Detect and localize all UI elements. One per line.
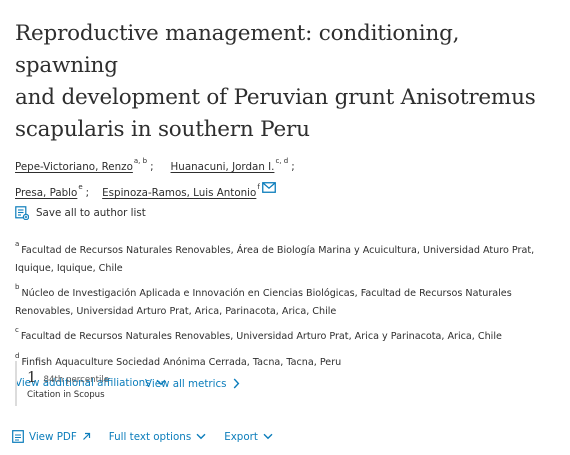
author-affil-sup: a, b [133,157,148,165]
full-text-label: Full text options [108,430,192,443]
view-all-metrics-button[interactable]: View all metrics [145,378,240,390]
view-pdf-label: View PDF [29,430,77,443]
citation-label: Citation in Scopus [27,389,105,400]
affil-sup: c [15,326,19,335]
view-metrics-label: View all metrics [145,377,227,390]
chevron-right-icon [233,378,240,389]
author-name-link[interactable]: Huanacuni, Jordan I. [171,161,275,173]
affil-sup: a [15,240,20,248]
export-label: Export [224,430,258,443]
affiliation-item: aFacultad de Recursos Naturales Renovabl… [15,238,550,278]
chevron-down-icon [196,433,206,440]
citation-metric: 1 84th percentile Citation in Scopus [27,368,109,400]
author-line: Presa, Pablo e ; Espinoza-Ramos, Luis Ant… [15,180,560,206]
metric-divider [15,361,17,406]
affiliation-item: bNúcleo de Investigación Aplicada e Inno… [15,281,550,321]
full-text-options-button[interactable]: Full text options [109,431,206,443]
author-affil-sup: c, d [275,157,289,165]
author-list: Pepe-Victoriano, Renzo a, b ; Huanacuni, … [15,154,560,222]
title-line: Reproductive management: conditioning, s… [15,21,460,78]
citation-count: 1 [27,367,37,386]
author-affil-sup: e [78,183,83,191]
author-line: Pepe-Victoriano, Renzo a, b ; Huanacuni, … [15,154,560,180]
save-label: Save all to author list [36,207,146,219]
author-separator: ; [85,187,90,199]
view-pdf-button[interactable]: View PDF [12,430,91,443]
affil-sup: d [15,351,20,360]
envelope-icon[interactable] [261,182,276,196]
author-separator: ; [150,161,154,173]
affil-sup: b [15,283,20,292]
affil-text: Núcleo de Investigación Aplicada e Innov… [15,288,512,318]
author-name-link[interactable]: Pepe-Victoriano, Renzo [15,161,133,173]
citation-percentile: 84th percentile [43,374,110,385]
affil-text: Facultad de Recursos Naturales Renovable… [20,331,502,343]
author-affil-sup: f [257,183,260,191]
save-list-icon [15,206,29,220]
author-name-link[interactable]: Espinoza-Ramos, Luis Antonio [102,187,256,199]
save-to-author-list[interactable]: Save all to author list [15,204,560,222]
metrics-panel: 1 84th percentile Citation in Scopus Vie… [15,361,240,406]
article-header: Reproductive management: conditioning, s… [15,18,560,393]
author-separator: ; [291,161,295,173]
title-line: scapularis in southern Peru [15,117,310,142]
title-line: and development of Peruvian grunt Anisot… [15,85,536,110]
author: Presa, Pablo e [15,183,83,199]
pdf-icon [12,430,24,443]
chevron-down-icon [263,433,273,440]
article-title: Reproductive management: conditioning, s… [15,18,560,146]
author-name-link[interactable]: Presa, Pablo [15,187,77,199]
export-button[interactable]: Export [224,431,273,443]
affiliation-item: cFacultad de Recursos Naturales Renovabl… [15,324,550,346]
author: Espinoza-Ramos, Luis Antonio f [102,183,260,199]
article-toolbar: View PDF Full text options Export [12,430,291,443]
external-arrow-icon [82,432,91,441]
author: Pepe-Victoriano, Renzo a, b [15,157,147,173]
author: Huanacuni, Jordan I. c, d [171,157,289,173]
affil-text: Facultad de Recursos Naturales Renovable… [15,245,535,275]
